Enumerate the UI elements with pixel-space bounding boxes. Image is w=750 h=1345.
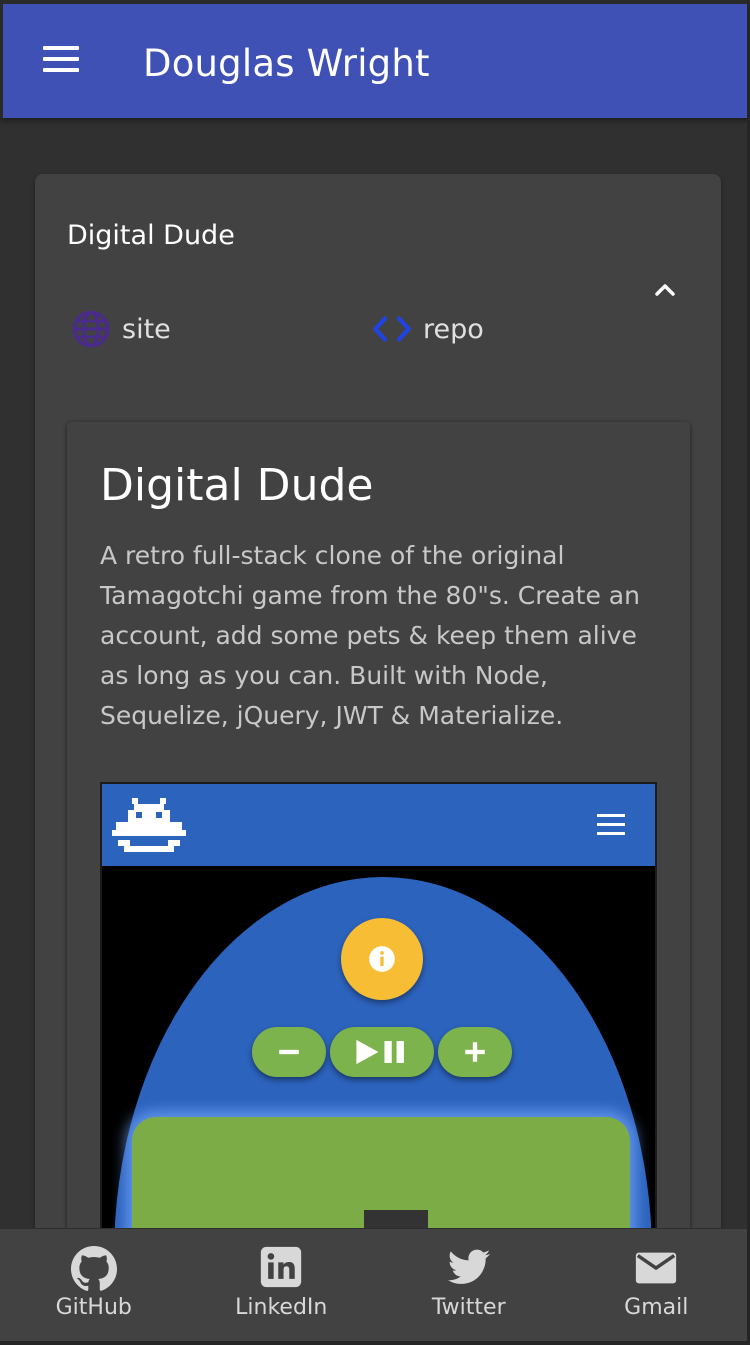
- repo-link[interactable]: repo: [371, 308, 484, 350]
- mail-icon: [636, 1252, 677, 1284]
- nav-github-label: GitHub: [55, 1295, 132, 1320]
- collapse-button[interactable]: [649, 274, 681, 306]
- app-bar: Douglas Wright: [0, 0, 750, 118]
- code-icon: [373, 316, 411, 342]
- nav-twitter[interactable]: Twitter: [375, 1229, 563, 1341]
- repo-link-label: repo: [423, 313, 484, 345]
- nav-linkedin-label: LinkedIn: [235, 1295, 328, 1320]
- info-button: [341, 918, 423, 1000]
- window-edge: [0, 1341, 750, 1345]
- app-title: Douglas Wright: [143, 42, 430, 85]
- play-pause-button: [330, 1027, 434, 1077]
- site-link[interactable]: site: [70, 308, 171, 350]
- hamburger-menu-icon: [43, 46, 81, 72]
- nav-linkedin[interactable]: LinkedIn: [188, 1229, 376, 1341]
- linkedin-icon: [261, 1246, 302, 1288]
- screenshot-header: [102, 784, 655, 866]
- project-card: Digital Dude A retro full-stack clone of…: [67, 422, 690, 1262]
- info-icon: [369, 946, 395, 972]
- project-panel-title[interactable]: Digital Dude: [67, 220, 235, 251]
- site-link-label: site: [122, 313, 171, 345]
- play-pause-icon: [356, 1039, 404, 1065]
- minus-icon: [279, 1049, 299, 1055]
- globe-icon: [72, 310, 110, 348]
- nav-gmail[interactable]: Gmail: [563, 1229, 750, 1341]
- nav-github[interactable]: GitHub: [0, 1229, 188, 1341]
- chevron-up-icon: [655, 284, 675, 296]
- plus-button: [438, 1027, 512, 1077]
- project-panel: Digital Dude site repo Digital Dude A re…: [35, 174, 721, 1262]
- bottom-nav: GitHub LinkedIn Twitter Gmail: [0, 1228, 750, 1341]
- plus-icon: [465, 1042, 485, 1062]
- nav-twitter-label: Twitter: [431, 1295, 506, 1320]
- project-description: A retro full-stack clone of the original…: [100, 541, 640, 730]
- twitter-icon: [447, 1249, 490, 1284]
- project-card-title: Digital Dude: [100, 460, 374, 511]
- hamburger-menu-icon: [597, 814, 625, 841]
- alien-invader-icon: [112, 798, 186, 852]
- minus-button: [252, 1027, 326, 1077]
- nav-gmail-label: Gmail: [624, 1295, 689, 1320]
- project-screenshot: [100, 782, 657, 1262]
- github-icon: [70, 1246, 117, 1291]
- menu-button[interactable]: [43, 46, 81, 72]
